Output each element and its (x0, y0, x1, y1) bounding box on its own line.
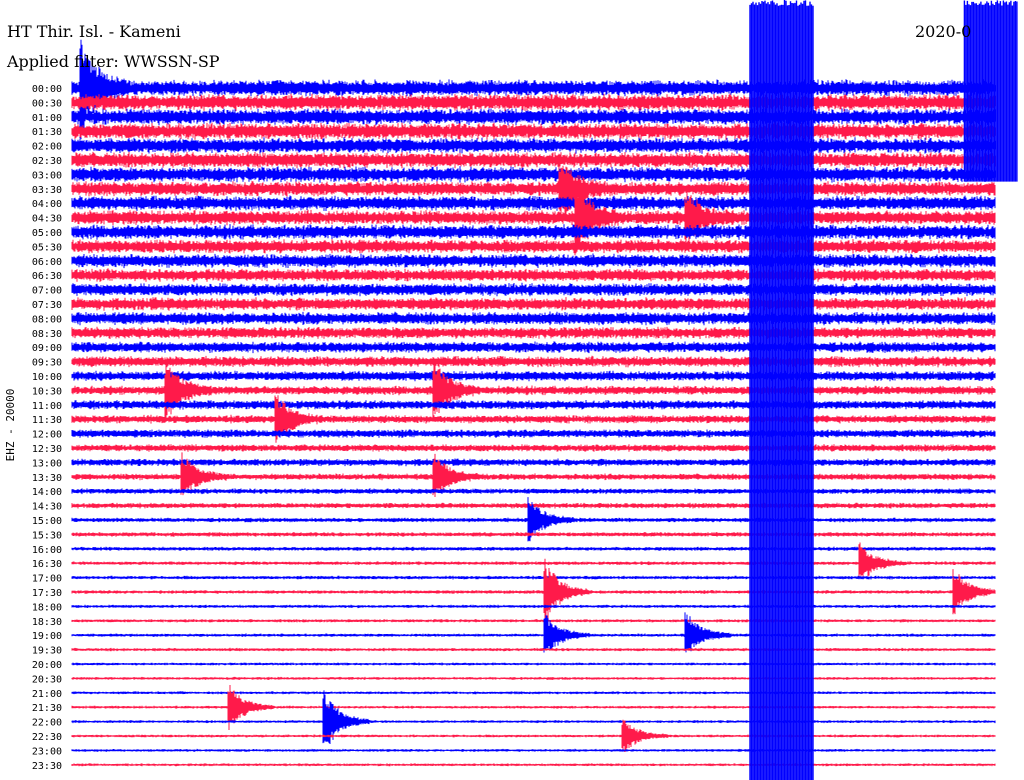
trace-1100 (71, 400, 996, 410)
trace-0230 (71, 151, 996, 169)
trace-1700 (71, 575, 996, 580)
trace-2330 (71, 763, 996, 767)
row-label-1000: 10:00 (32, 372, 62, 383)
trace-1900 (71, 612, 996, 653)
row-label-0200: 02:00 (32, 142, 62, 153)
row-label-1300: 13:00 (32, 458, 62, 469)
trace-0530 (71, 239, 996, 254)
trace-0800 (71, 311, 996, 326)
row-label-1430: 14:30 (32, 502, 62, 513)
y-axis-label: EHZ - 20000 (4, 389, 17, 462)
row-label-0030: 00:30 (32, 98, 62, 109)
trace-1000 (71, 370, 996, 382)
trace-2300 (71, 748, 996, 752)
row-label-1900: 19:00 (32, 631, 62, 642)
trace-1800 (71, 604, 996, 609)
trace-0600 (71, 253, 996, 269)
trace-1230 (71, 444, 996, 452)
trace-0700 (71, 282, 996, 297)
seismogram-plot: 00:00 00:30 01:00 01:30 02:00 02:30 03:00 03:30… (4, 0, 1018, 780)
trace-2030 (71, 676, 996, 680)
row-label-0100: 01:00 (32, 113, 62, 124)
station-title: HT Thir. Isl. - Kameni (7, 22, 181, 41)
row-label-1530: 15:30 (32, 530, 62, 541)
row-label-1700: 17:00 (32, 574, 62, 585)
row-label-0830: 08:30 (32, 329, 62, 340)
trace-2100 (71, 691, 996, 695)
row-label-0530: 05:30 (32, 242, 62, 253)
row-label-1930: 19:30 (32, 646, 62, 657)
trace-0930 (71, 355, 996, 368)
trace-1600 (71, 546, 996, 551)
saturation-band-1 (749, 0, 814, 780)
trace-1530 (71, 532, 996, 537)
trace-0730 (71, 297, 996, 311)
trace-2000 (71, 662, 996, 666)
row-label-0400: 04:00 (32, 199, 62, 210)
row-label-2130: 21:30 (32, 703, 62, 714)
trace-0400 (71, 195, 996, 211)
trace-1730 (71, 558, 996, 620)
trace-0300 (71, 166, 996, 183)
trace-1200 (71, 429, 996, 438)
row-label-0700: 07:00 (32, 286, 62, 297)
trace-0630 (71, 268, 996, 283)
helicorder: 00:00 00:30 01:00 01:30 02:00 02:30 03:00 03:30… (0, 0, 1024, 780)
trace-1300 (71, 458, 996, 467)
row-label-2000: 20:00 (32, 660, 62, 671)
trace-1930 (71, 647, 996, 652)
row-label-1600: 16:00 (32, 545, 62, 556)
row-label-1830: 18:30 (32, 617, 62, 628)
row-label-1030: 10:30 (32, 386, 62, 397)
row-label-1730: 17:30 (32, 588, 62, 599)
row-label-0330: 03:30 (32, 185, 62, 196)
trace-layer (71, 39, 996, 767)
row-label-0600: 06:00 (32, 257, 62, 268)
row-label-1800: 18:00 (32, 602, 62, 613)
row-label-0230: 02:30 (32, 156, 62, 167)
date-label: 2020-0 (915, 22, 972, 41)
row-label-2300: 23:00 (32, 746, 62, 757)
trace-0830 (71, 326, 996, 340)
row-label-0730: 07:30 (32, 300, 62, 311)
row-label-0930: 09:30 (32, 358, 62, 369)
row-label-0500: 05:00 (32, 228, 62, 239)
row-label-1200: 12:00 (32, 430, 62, 441)
trace-1830 (71, 619, 996, 623)
row-label-2330: 23:30 (32, 761, 62, 772)
row-label-0130: 01:30 (32, 127, 62, 138)
row-label-layer: 00:00 00:30 01:00 01:30 02:00 02:30 03:00 03:30… (32, 84, 62, 772)
row-label-0630: 06:30 (32, 271, 62, 282)
filter-label: Applied filter: WWSSN-SP (7, 52, 220, 71)
saturation-strokes-1 (749, 0, 814, 780)
row-label-0900: 09:00 (32, 343, 62, 354)
row-label-2100: 21:00 (32, 689, 62, 700)
row-label-0300: 03:00 (32, 170, 62, 181)
row-label-1230: 12:30 (32, 444, 62, 455)
trace-1030 (71, 361, 996, 419)
trace-1400 (71, 488, 996, 495)
row-label-1130: 11:30 (32, 415, 62, 426)
trace-0030 (71, 93, 996, 112)
row-label-1500: 15:00 (32, 516, 62, 527)
trace-0900 (71, 341, 996, 354)
row-label-1330: 13:30 (32, 473, 62, 484)
row-label-2030: 20:30 (32, 674, 62, 685)
row-label-0800: 08:00 (32, 314, 62, 325)
trace-0200 (71, 137, 996, 154)
trace-0100 (71, 108, 996, 126)
trace-0500 (71, 224, 996, 240)
row-label-2200: 22:00 (32, 718, 62, 729)
trace-0130 (71, 122, 996, 140)
trace-2130 (71, 685, 996, 730)
row-label-1400: 14:00 (32, 487, 62, 498)
row-label-0430: 04:30 (32, 214, 62, 225)
trace-2230 (71, 719, 996, 752)
row-label-1630: 16:30 (32, 559, 62, 570)
row-label-1100: 11:00 (32, 401, 62, 412)
row-label-0000: 00:00 (32, 84, 62, 95)
row-label-2230: 22:30 (32, 732, 62, 743)
